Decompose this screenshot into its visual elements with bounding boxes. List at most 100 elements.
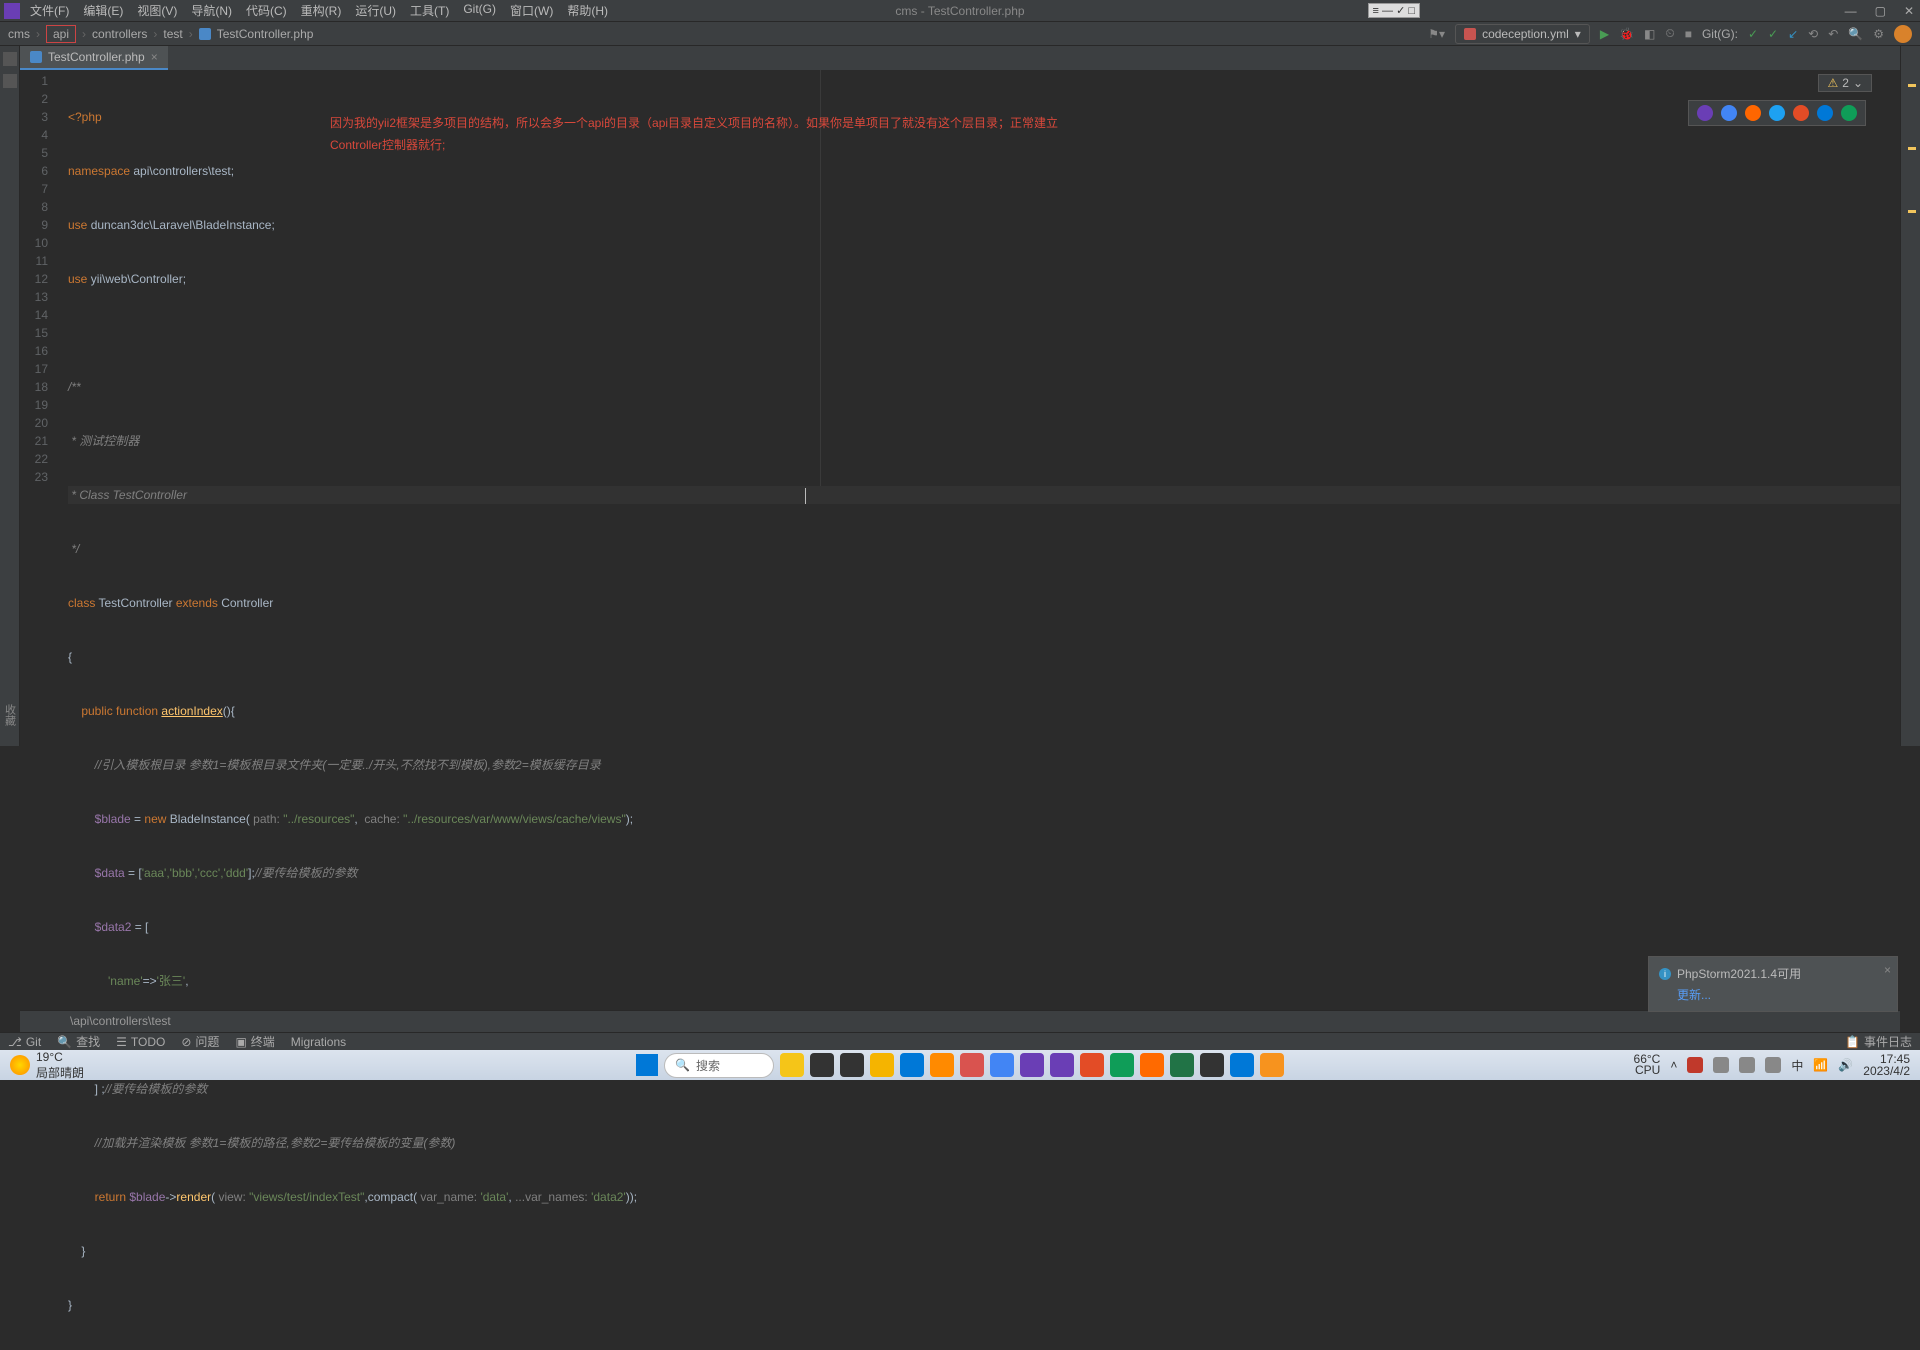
profiler-icon[interactable]: ⚑▾: [1428, 27, 1445, 41]
codeception-icon: [1464, 28, 1476, 40]
taskbar-weather[interactable]: 19°C 局部晴朗: [10, 1050, 84, 1081]
chrome-icon[interactable]: [1721, 105, 1737, 121]
tab-label: TestController.php: [48, 50, 145, 64]
tray-app-icon[interactable]: [1739, 1057, 1755, 1073]
menu-view[interactable]: 视图(V): [131, 0, 183, 21]
search-icon[interactable]: 🔍: [1848, 27, 1863, 41]
navigation-path[interactable]: \api\controllers\test: [20, 1010, 1900, 1032]
crumb-test[interactable]: test: [163, 27, 182, 41]
taskbar-search[interactable]: 🔍 搜索: [664, 1053, 774, 1078]
app-icon[interactable]: [780, 1053, 804, 1077]
git-commit-icon[interactable]: ✓: [1748, 27, 1758, 41]
profile-button[interactable]: ⏲: [1665, 26, 1674, 41]
explorer-icon[interactable]: [870, 1053, 894, 1077]
opera-icon[interactable]: [1793, 105, 1809, 121]
tab-testcontroller[interactable]: TestController.php ×: [20, 46, 168, 70]
start-button[interactable]: [636, 1054, 658, 1076]
crumb-controllers[interactable]: controllers: [92, 27, 147, 41]
coverage-button[interactable]: ◧: [1644, 27, 1655, 41]
app-icon[interactable]: [1140, 1053, 1164, 1077]
git-tool[interactable]: ⎇ Git: [8, 1035, 41, 1049]
float-controls[interactable]: ≡ — ✓ □: [1368, 3, 1420, 18]
close-icon[interactable]: ✕: [1904, 4, 1914, 18]
notif-close-icon[interactable]: ×: [1884, 963, 1891, 977]
titlebar: 文件(F) 编辑(E) 视图(V) 导航(N) 代码(C) 重构(R) 运行(U…: [0, 0, 1920, 22]
excel-app-icon[interactable]: [1170, 1053, 1194, 1077]
eventlog-tool[interactable]: 📋 事件日志: [1845, 1033, 1912, 1050]
tray-chevron-icon[interactable]: ˄: [1670, 1058, 1677, 1072]
phpstorm-app-icon[interactable]: [1020, 1053, 1044, 1077]
edge-app-icon[interactable]: [1110, 1053, 1134, 1077]
tray-app-icon[interactable]: [1687, 1057, 1703, 1073]
git-push-icon[interactable]: ✓: [1768, 27, 1778, 41]
minimize-icon[interactable]: —: [1845, 4, 1857, 18]
app-icon[interactable]: [810, 1053, 834, 1077]
bottom-tool-bar: ⎇ Git 🔍 查找 ☰ TODO ⊘ 问题 ▣ 终端 Migrations 📋…: [0, 1032, 1920, 1050]
menu-tools[interactable]: 工具(T): [404, 0, 455, 21]
edge-icon[interactable]: [1841, 105, 1857, 121]
app-icon[interactable]: [1260, 1053, 1284, 1077]
menu-navigate[interactable]: 导航(N): [185, 0, 238, 21]
tab-close-icon[interactable]: ×: [151, 50, 158, 64]
find-tool[interactable]: 🔍 查找: [57, 1033, 100, 1050]
app-icon[interactable]: [1080, 1053, 1104, 1077]
chrome-app-icon[interactable]: [990, 1053, 1014, 1077]
safari-icon[interactable]: [1769, 105, 1785, 121]
sublime-app-icon[interactable]: [1200, 1053, 1224, 1077]
maximize-icon[interactable]: ▢: [1875, 4, 1886, 18]
warning-marker[interactable]: [1908, 210, 1916, 213]
menu-refactor[interactable]: 重构(R): [295, 0, 348, 21]
tray-ime-icon[interactable]: 中: [1791, 1057, 1803, 1074]
settings-icon[interactable]: ⚙: [1873, 27, 1884, 41]
crumb-api[interactable]: api: [46, 25, 76, 43]
menu-help[interactable]: 帮助(H): [561, 0, 614, 21]
run-config-selector[interactable]: codeception.yml ▾: [1455, 24, 1590, 44]
problems-tool[interactable]: ⊘ 问题: [181, 1033, 219, 1050]
calc-app-icon[interactable]: [1230, 1053, 1254, 1077]
crumb-file[interactable]: TestController.php: [217, 27, 314, 41]
git-update-icon[interactable]: ↙: [1788, 27, 1798, 41]
menu-run[interactable]: 运行(U): [349, 0, 402, 21]
rollback-icon[interactable]: ↶: [1828, 27, 1838, 41]
app-icon[interactable]: [900, 1053, 924, 1077]
app-icon[interactable]: [840, 1053, 864, 1077]
tray-app-icon[interactable]: [1713, 1057, 1729, 1073]
editor-tabs: TestController.php ×: [0, 46, 1920, 70]
menu-window[interactable]: 窗口(W): [504, 0, 559, 21]
crumb-sep: ›: [82, 27, 86, 41]
app-icon[interactable]: [930, 1053, 954, 1077]
menu-file[interactable]: 文件(F): [24, 0, 75, 21]
favorites-label[interactable]: 收藏: [2, 704, 18, 726]
menu-edit[interactable]: 编辑(E): [77, 0, 129, 21]
stop-button[interactable]: ■: [1685, 27, 1692, 41]
tray-date[interactable]: 2023/4/2: [1863, 1065, 1910, 1077]
structure-tool-icon[interactable]: [3, 74, 17, 88]
code-content[interactable]: <?php namespace api\controllers\test; us…: [68, 72, 1900, 1350]
migrations-tool[interactable]: Migrations: [291, 1035, 346, 1049]
run-config-label: codeception.yml: [1482, 27, 1569, 41]
code-editor[interactable]: ⚠ 2 ⌄ 1234567891011121314151617181920212…: [20, 70, 1900, 1032]
phpstorm-app-icon[interactable]: [1050, 1053, 1074, 1077]
warning-marker[interactable]: [1908, 147, 1916, 150]
tray-app-icon[interactable]: [1765, 1057, 1781, 1073]
todo-tool[interactable]: ☰ TODO: [116, 1035, 165, 1049]
debug-button[interactable]: 🐞: [1619, 27, 1634, 41]
warning-marker[interactable]: [1908, 84, 1916, 87]
annotation-line2: Controller控制器就行;: [330, 134, 1058, 156]
notif-title: PhpStorm2021.1.4可用: [1677, 965, 1801, 982]
crumb-root[interactable]: cms: [8, 27, 30, 41]
user-avatar[interactable]: [1894, 25, 1912, 43]
tray-volume-icon[interactable]: 🔊: [1838, 1058, 1853, 1072]
project-tool-icon[interactable]: [3, 52, 17, 66]
run-button[interactable]: ▶: [1600, 27, 1609, 41]
firefox-icon[interactable]: [1745, 105, 1761, 121]
notif-update-link[interactable]: 更新...: [1677, 986, 1887, 1003]
menu-git[interactable]: Git(G): [457, 0, 502, 21]
terminal-tool[interactable]: ▣ 终端: [235, 1033, 274, 1050]
history-icon[interactable]: ⟲: [1808, 27, 1818, 41]
tray-wifi-icon[interactable]: 📶: [1813, 1058, 1828, 1072]
ie-icon[interactable]: [1817, 105, 1833, 121]
phpstorm-icon[interactable]: [1697, 105, 1713, 121]
menu-code[interactable]: 代码(C): [240, 0, 293, 21]
app-icon[interactable]: [960, 1053, 984, 1077]
